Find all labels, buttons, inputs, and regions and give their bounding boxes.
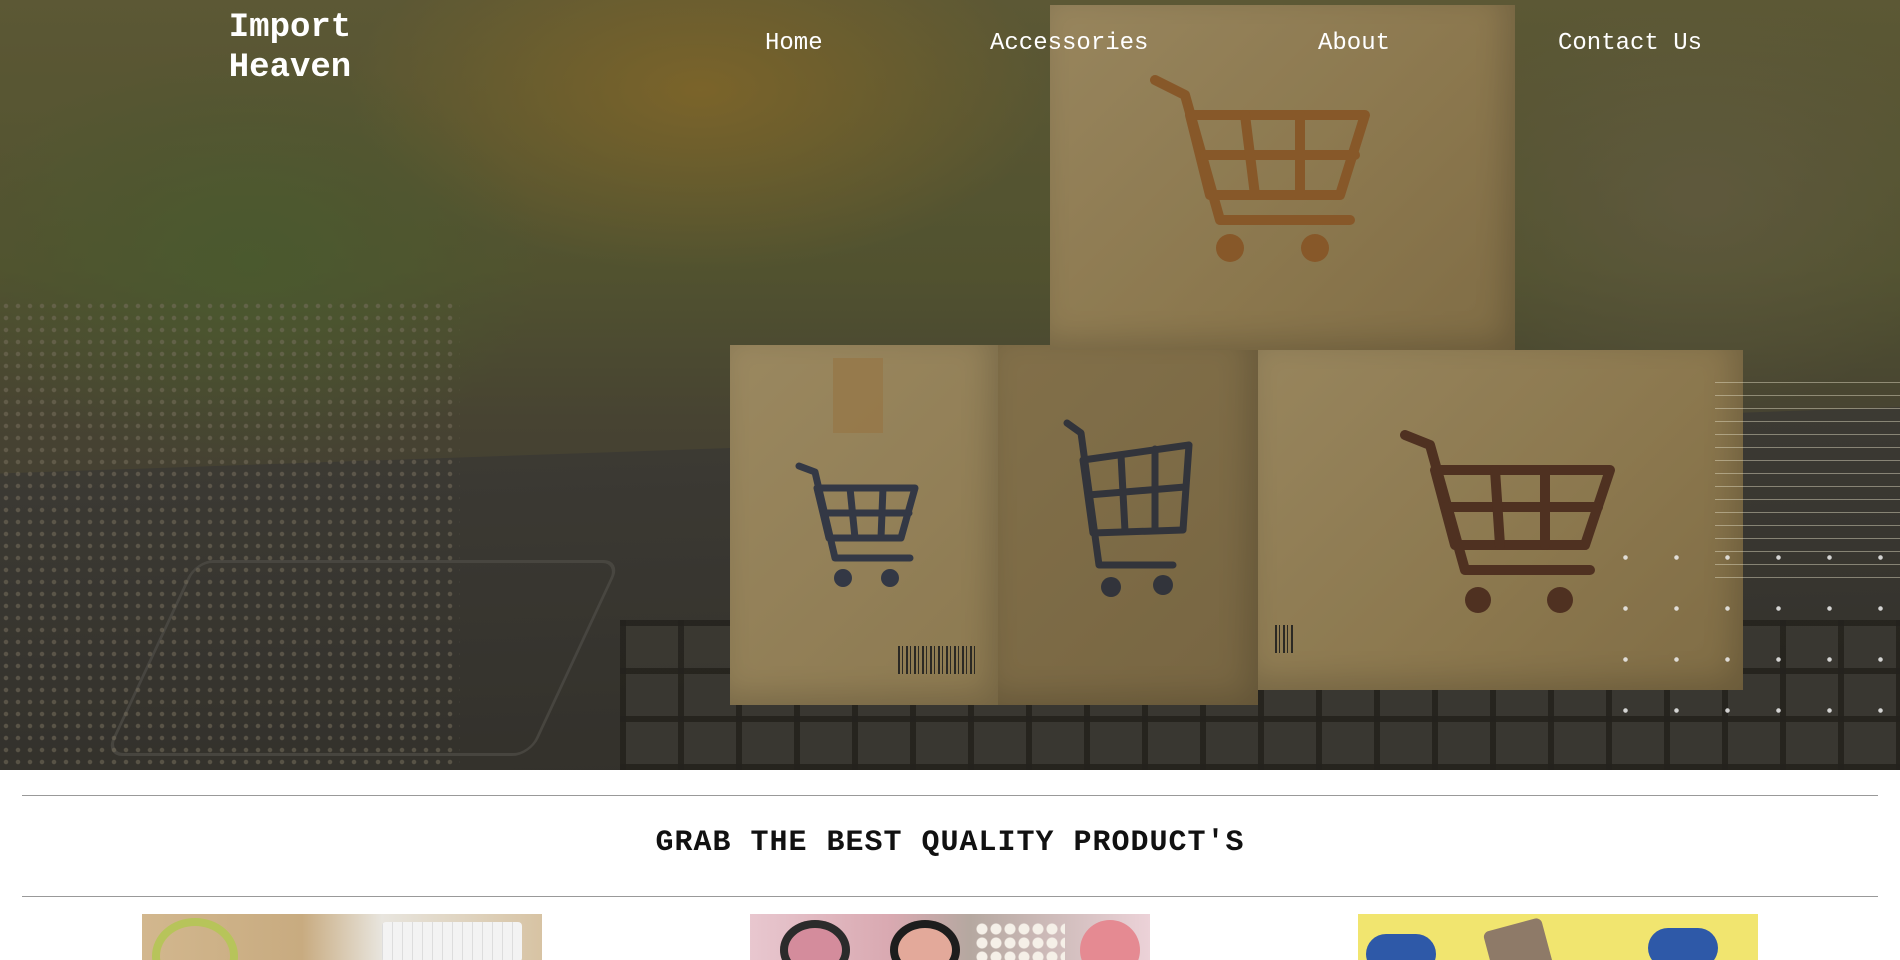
compact-icon bbox=[890, 920, 960, 960]
pearls-icon bbox=[975, 922, 1065, 960]
compact-icon bbox=[780, 920, 850, 960]
section-divider-bottom bbox=[22, 896, 1878, 897]
main-nav: Home Accessories About Contact Us bbox=[0, 30, 1900, 60]
phone-icon bbox=[1482, 917, 1554, 960]
keyboard-icon bbox=[382, 922, 522, 960]
gamepad-icon bbox=[1648, 928, 1718, 960]
nav-home[interactable]: Home bbox=[765, 30, 823, 57]
rose-icon bbox=[1080, 920, 1140, 960]
gamepad-icon bbox=[1366, 934, 1436, 960]
product-image-cosmetics[interactable] bbox=[750, 914, 1150, 960]
product-image-electronics[interactable] bbox=[142, 914, 542, 960]
decorative-dots bbox=[1600, 532, 1900, 742]
section-divider-top bbox=[22, 795, 1878, 796]
nav-about[interactable]: About bbox=[1318, 30, 1390, 57]
nav-accessories[interactable]: Accessories bbox=[990, 30, 1148, 57]
nav-contact-us[interactable]: Contact Us bbox=[1558, 30, 1702, 57]
section-title: GRAB THE BEST QUALITY PRODUCT'S bbox=[655, 826, 1245, 860]
product-image-gadgets[interactable] bbox=[1358, 914, 1758, 960]
hero-banner: Import Heaven Home Accessories About Con… bbox=[0, 0, 1900, 770]
headphones-icon bbox=[152, 918, 238, 960]
